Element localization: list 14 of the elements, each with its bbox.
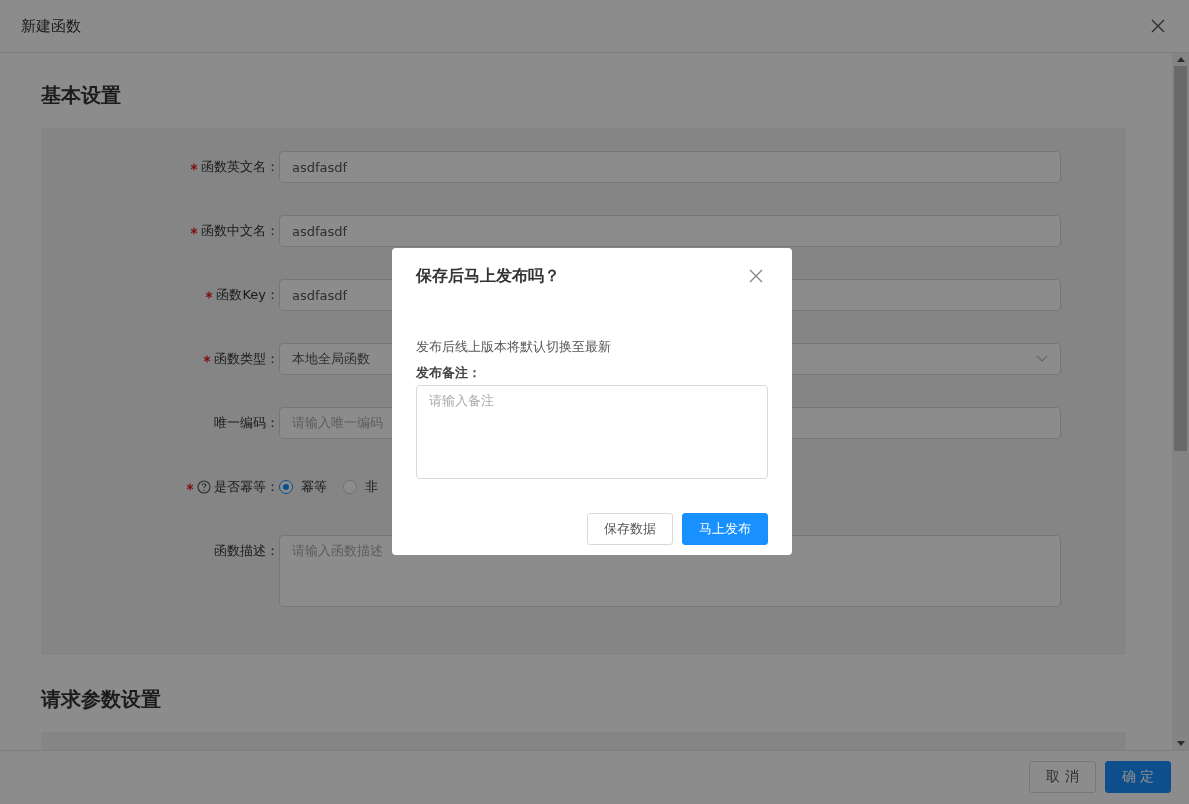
field-label: 函数英文名： <box>201 158 279 176</box>
field-label: 函数类型： <box>214 350 279 368</box>
radio-label: 非 <box>365 478 378 496</box>
field-label: 函数中文名： <box>201 222 279 240</box>
field-label: 函数描述： <box>214 542 279 560</box>
radio-label: 幂等 <box>301 478 327 496</box>
section-title: 请求参数设置 <box>41 686 162 713</box>
field-label: 唯一编码： <box>214 414 279 432</box>
window-title: 新建函数 <box>21 16 81 36</box>
field-label: 是否幂等： <box>214 478 279 496</box>
section-title: 基本设置 <box>41 82 122 109</box>
field-label: 函数Key： <box>216 286 279 304</box>
dialog-message: 发布后线上版本将默认切换至最新 <box>416 338 612 356</box>
field-label: 发布备注： <box>416 364 482 382</box>
